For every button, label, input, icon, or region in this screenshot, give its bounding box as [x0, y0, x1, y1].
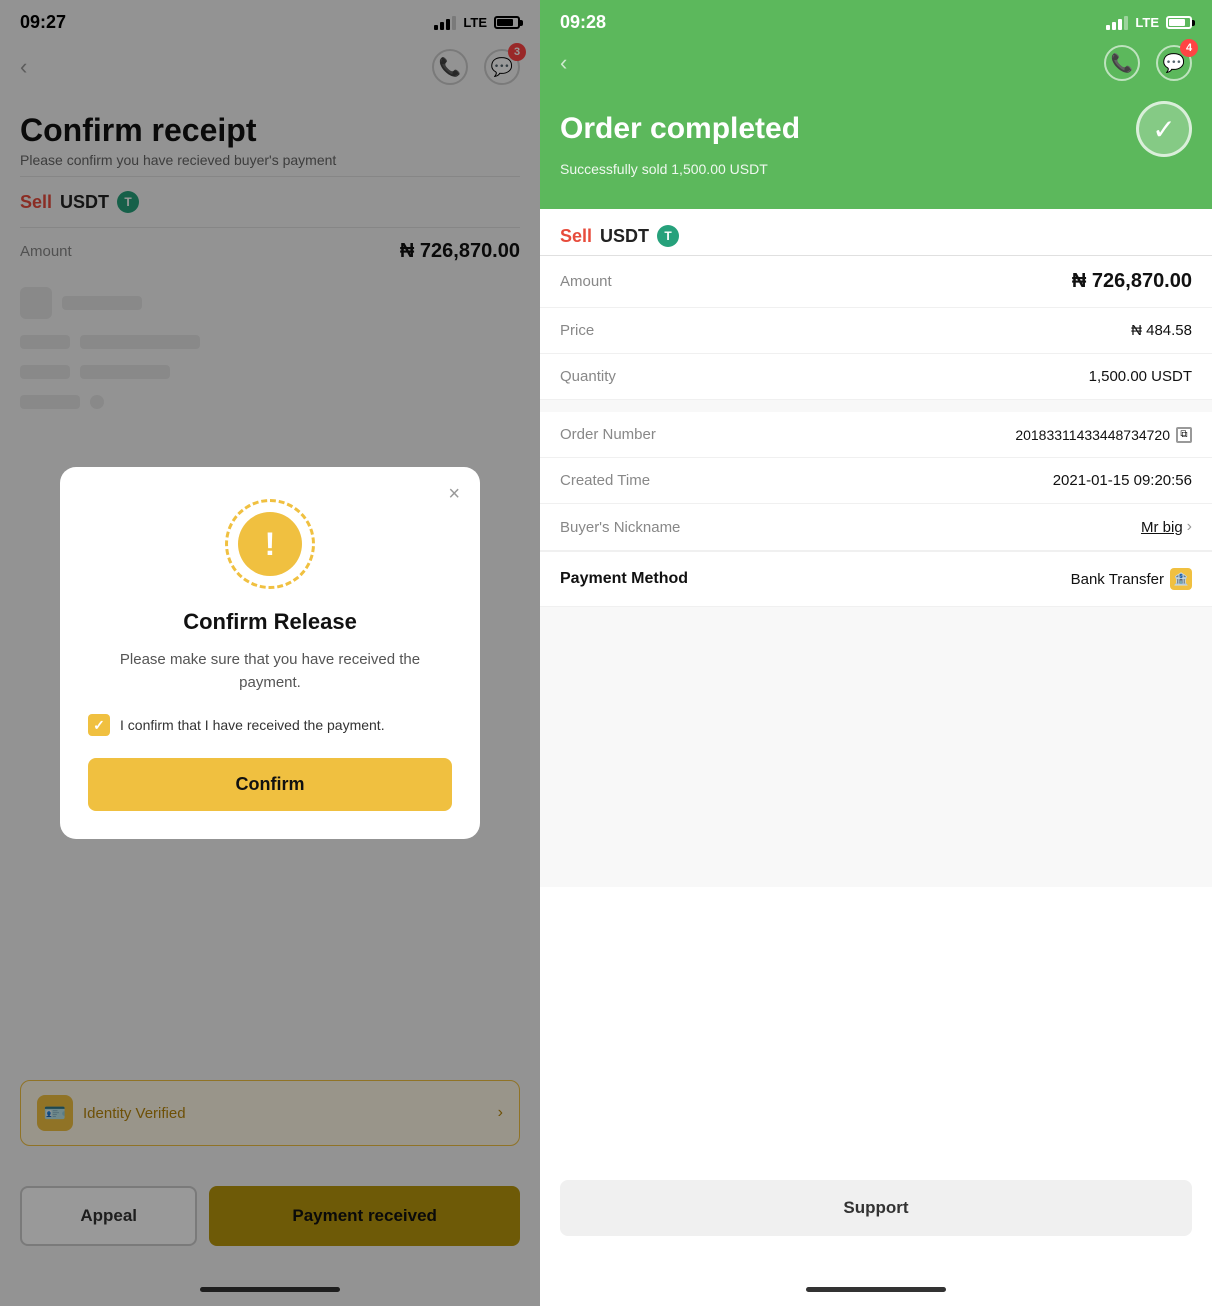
- right-chat-icon-wrap[interactable]: 💬 4: [1156, 45, 1192, 81]
- checkbox[interactable]: ✓: [88, 714, 110, 736]
- right-phone-icon-wrap[interactable]: 📞: [1104, 45, 1140, 81]
- right-quantity-value: 1,500.00 USDT: [1089, 368, 1192, 385]
- buyer-value-wrap: Mr big ›: [1141, 518, 1192, 536]
- right-buyer-row: Buyer's Nickname Mr big ›: [540, 504, 1212, 551]
- payment-method-value-wrap: Bank Transfer 🏦: [1071, 568, 1192, 590]
- right-home-indicator: [806, 1287, 946, 1292]
- modal-icon-wrap: !: [225, 499, 315, 589]
- right-quantity-row: Quantity 1,500.00 USDT: [540, 354, 1212, 400]
- order-completed-row: Order completed ✓: [540, 89, 1212, 161]
- right-tether-icon: T: [657, 225, 679, 247]
- modal-description: Please make sure that you have received …: [88, 649, 452, 694]
- copy-icon[interactable]: ⧉: [1176, 427, 1192, 443]
- checkmark-icon: ✓: [93, 717, 105, 734]
- right-price-row: Price ₦ 484.58: [540, 308, 1212, 354]
- modal-icon-outer: !: [225, 499, 315, 589]
- right-body: Sell USDT T Amount ₦ 726,870.00 Price ₦ …: [540, 209, 1212, 887]
- left-panel: 09:27 LTE ‹ 📞: [0, 0, 540, 1306]
- payment-method-label: Payment Method: [560, 570, 688, 588]
- right-amount-label: Amount: [560, 273, 612, 290]
- order-completed-sub: Successfully sold 1,500.00 USDT: [540, 161, 1212, 181]
- exclamation-icon: !: [265, 528, 276, 560]
- right-battery-icon: [1166, 16, 1192, 29]
- right-created-time-label: Created Time: [560, 472, 650, 489]
- right-amount-value: ₦ 726,870.00: [1072, 270, 1192, 293]
- modal-checkbox-row: ✓ I confirm that I have received the pay…: [88, 714, 452, 736]
- right-sell-section: Sell USDT T: [540, 209, 1212, 255]
- right-price-label: Price: [560, 322, 594, 339]
- right-header: 09:28 LTE ‹ 📞: [540, 0, 1212, 209]
- payment-method-text: Bank Transfer: [1071, 571, 1164, 588]
- right-panel: 09:28 LTE ‹ 📞: [540, 0, 1212, 1306]
- right-quantity-label: Quantity: [560, 368, 616, 385]
- check-circle-icon: ✓: [1136, 101, 1192, 157]
- modal-title: Confirm Release: [88, 609, 452, 635]
- right-created-time-value: 2021-01-15 09:20:56: [1053, 472, 1192, 489]
- order-completed-title: Order completed: [560, 112, 800, 146]
- right-nav: ‹ 📞 💬 4: [540, 41, 1212, 89]
- order-completed-text: Order completed: [560, 112, 800, 146]
- checkbox-label: I confirm that I have received the payme…: [120, 717, 385, 733]
- right-nav-icons: 📞 💬 4: [1104, 45, 1192, 81]
- confirm-button[interactable]: Confirm: [88, 758, 452, 811]
- right-status-bar: 09:28 LTE: [540, 0, 1212, 41]
- right-back-icon[interactable]: ‹: [560, 50, 567, 76]
- payment-method-row: Payment Method Bank Transfer 🏦: [540, 551, 1212, 607]
- support-btn-area: Support: [540, 1180, 1212, 1236]
- right-chat-badge: 4: [1180, 39, 1198, 57]
- modal-overlay: × ! Confirm Release Please make sure tha…: [0, 0, 540, 1306]
- left-screen: 09:27 LTE ‹ 📞: [0, 0, 540, 1306]
- modal-close-button[interactable]: ×: [448, 483, 460, 506]
- right-buyer-label: Buyer's Nickname: [560, 519, 680, 536]
- bank-transfer-icon: 🏦: [1170, 568, 1192, 590]
- right-created-time-row: Created Time 2021-01-15 09:20:56: [540, 458, 1212, 504]
- right-order-number-row: Order Number 20183311433448734720 ⧉: [540, 412, 1212, 458]
- right-time: 09:28: [560, 12, 606, 33]
- right-lte-label: LTE: [1135, 15, 1159, 30]
- right-order-number-label: Order Number: [560, 426, 656, 443]
- order-number-value-wrap: 20183311433448734720 ⧉: [1015, 427, 1192, 443]
- buyer-chevron-icon: ›: [1187, 518, 1192, 536]
- right-order-number-value: 20183311433448734720: [1015, 427, 1170, 443]
- right-buyer-value[interactable]: Mr big: [1141, 519, 1183, 536]
- modal-icon-inner: !: [238, 512, 302, 576]
- confirm-release-modal: × ! Confirm Release Please make sure tha…: [60, 467, 480, 839]
- support-button[interactable]: Support: [560, 1180, 1192, 1236]
- right-status-icons: LTE: [1106, 15, 1192, 30]
- checkmark-icon: ✓: [1152, 113, 1175, 146]
- section-gap-1: [540, 400, 1212, 412]
- right-price-value: ₦ 484.58: [1131, 322, 1192, 339]
- content-spacer: [540, 607, 1212, 887]
- right-sell-label: Sell: [560, 226, 592, 247]
- right-signal-bars-icon: [1106, 16, 1128, 30]
- right-amount-row: Amount ₦ 726,870.00: [540, 256, 1212, 308]
- right-currency-label: USDT: [600, 226, 649, 247]
- right-phone-icon: 📞: [1104, 45, 1140, 81]
